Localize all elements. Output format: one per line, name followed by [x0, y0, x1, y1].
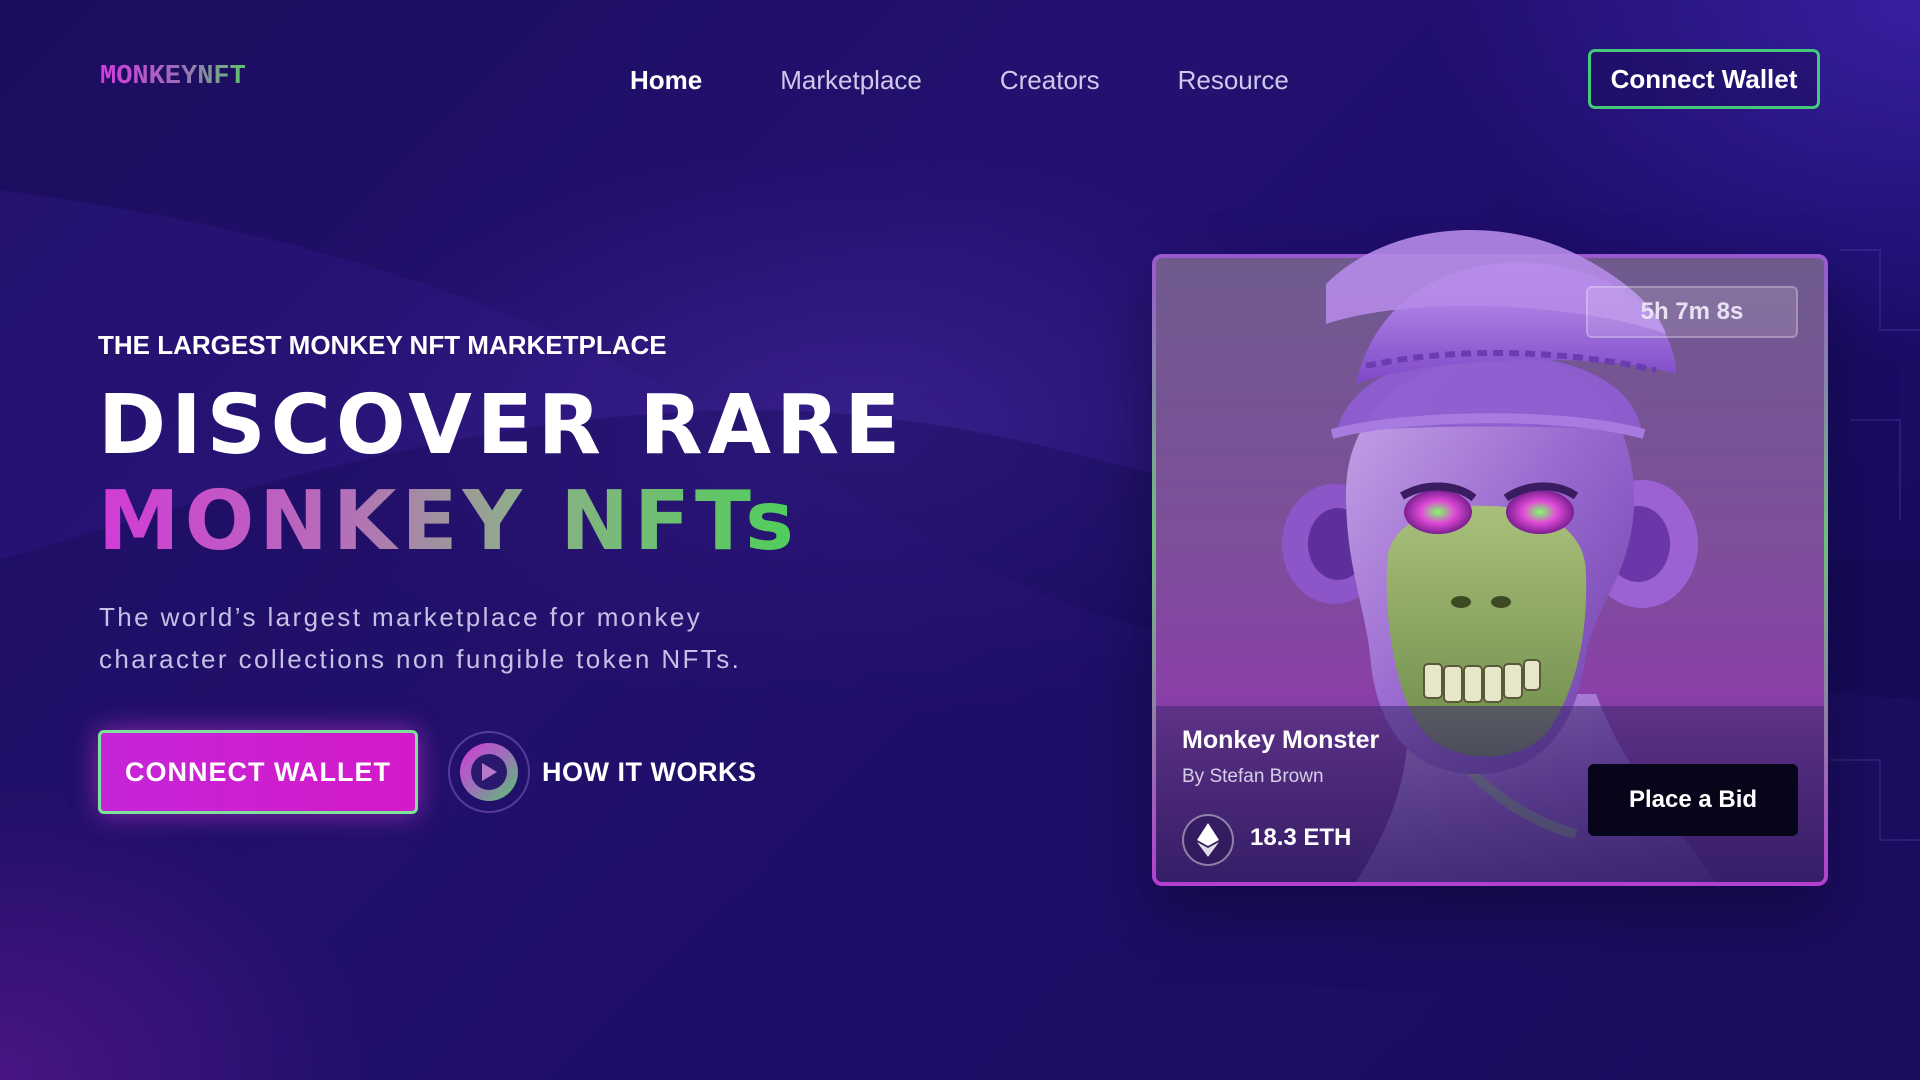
- nav-link-marketplace[interactable]: Marketplace: [780, 60, 922, 100]
- nft-price: 18.3 ETH: [1250, 824, 1352, 851]
- nav-link-resource[interactable]: Resource: [1178, 60, 1289, 100]
- connect-wallet-nav-button[interactable]: Connect Wallet: [1588, 49, 1820, 109]
- play-icon-container: [471, 754, 507, 790]
- nav-link-creators[interactable]: Creators: [1000, 60, 1100, 100]
- play-button[interactable]: [460, 743, 518, 801]
- connect-wallet-button[interactable]: CONNECT WALLET: [98, 730, 418, 814]
- nft-creator[interactable]: By Stefan Brown: [1182, 766, 1324, 788]
- hero-description: The world’s largest marketplace for monk…: [99, 602, 742, 674]
- play-button-ring[interactable]: [448, 731, 530, 813]
- place-bid-button[interactable]: Place a Bid: [1588, 764, 1798, 836]
- hero-headline-line1: DISCOVER RARE: [98, 378, 906, 473]
- nav-link-home[interactable]: Home: [630, 60, 702, 100]
- ethereum-glyph-icon: [1197, 823, 1219, 857]
- how-it-works-label: HOW IT WORKS: [542, 756, 757, 787]
- how-it-works-button[interactable]: HOW IT WORKS: [448, 730, 756, 814]
- hero-headline-line2: MONKEY NFTs: [98, 474, 799, 569]
- hero-eyebrow: THE LARGEST MONKEY NFT MARKETPLACE: [98, 330, 667, 360]
- nft-name[interactable]: Monkey Monster: [1182, 726, 1379, 755]
- nft-info-panel: Monkey Monster By Stefan Brown 18.3 ETH …: [1156, 706, 1824, 882]
- nft-card[interactable]: 5h 7m 8s Monkey Monster By Stefan Brown …: [1152, 230, 1828, 886]
- play-icon: [482, 763, 497, 781]
- ethereum-icon: [1182, 814, 1234, 866]
- countdown-timer: 5h 7m 8s: [1586, 286, 1798, 338]
- brand-logo[interactable]: MONKEYNFT: [100, 62, 246, 92]
- nav-links: Home Marketplace Creators Resource: [630, 60, 1367, 100]
